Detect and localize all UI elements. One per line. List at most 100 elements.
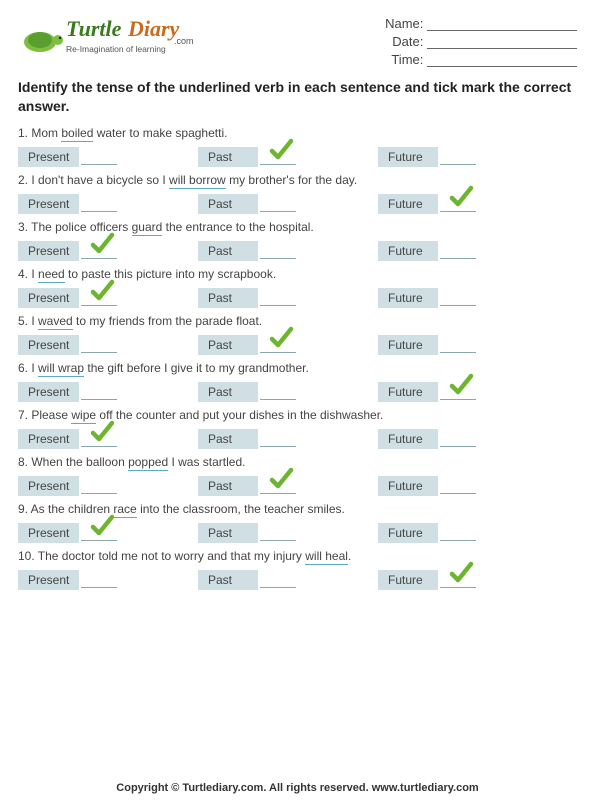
option-blank[interactable] — [440, 243, 476, 259]
option-blank[interactable] — [440, 149, 476, 165]
question-text: 10. The doctor told me not to worry and … — [18, 549, 577, 563]
option-blank[interactable] — [440, 384, 476, 400]
questions-list: 1. Mom boiled water to make spaghetti.Pr… — [18, 126, 577, 590]
answer-options: PresentPastFuture — [18, 288, 577, 308]
option-label: Future — [378, 570, 438, 590]
option-present[interactable]: Present — [18, 429, 198, 449]
option-future[interactable]: Future — [378, 241, 558, 261]
option-blank[interactable] — [260, 337, 296, 353]
tick-icon — [89, 419, 115, 443]
option-present[interactable]: Present — [18, 194, 198, 214]
option-blank[interactable] — [81, 478, 117, 494]
option-past[interactable]: Past — [198, 570, 378, 590]
option-blank[interactable] — [440, 572, 476, 588]
option-present[interactable]: Present — [18, 288, 198, 308]
option-present[interactable]: Present — [18, 382, 198, 402]
option-past[interactable]: Past — [198, 241, 378, 261]
question-3: 3. The police officers guard the entranc… — [18, 220, 577, 261]
option-future[interactable]: Future — [378, 335, 558, 355]
option-label: Past — [198, 147, 258, 167]
option-past[interactable]: Past — [198, 429, 378, 449]
option-past[interactable]: Past — [198, 523, 378, 543]
option-blank[interactable] — [260, 384, 296, 400]
option-blank[interactable] — [440, 478, 476, 494]
option-blank[interactable] — [260, 196, 296, 212]
option-present[interactable]: Present — [18, 523, 198, 543]
option-future[interactable]: Future — [378, 476, 558, 496]
option-blank[interactable] — [81, 337, 117, 353]
question-text: 6. I will wrap the gift before I give it… — [18, 361, 577, 375]
option-future[interactable]: Future — [378, 570, 558, 590]
underlined-verb: waved — [38, 314, 73, 330]
option-past[interactable]: Past — [198, 476, 378, 496]
option-label: Future — [378, 288, 438, 308]
option-past[interactable]: Past — [198, 382, 378, 402]
question-10: 10. The doctor told me not to worry and … — [18, 549, 577, 590]
name-label: Name: — [385, 16, 423, 31]
option-present[interactable]: Present — [18, 241, 198, 261]
option-blank[interactable] — [81, 243, 117, 259]
tick-icon — [448, 372, 474, 396]
option-future[interactable]: Future — [378, 288, 558, 308]
option-blank[interactable] — [81, 149, 117, 165]
underlined-verb: will wrap — [38, 361, 84, 377]
question-1: 1. Mom boiled water to make spaghetti.Pr… — [18, 126, 577, 167]
option-label: Past — [198, 476, 258, 496]
option-blank[interactable] — [81, 431, 117, 447]
option-blank[interactable] — [81, 290, 117, 306]
option-label: Present — [18, 194, 79, 214]
answer-options: Present PastFuture — [18, 241, 577, 261]
option-blank[interactable] — [440, 431, 476, 447]
option-blank[interactable] — [260, 290, 296, 306]
question-5: 5. I waved to my friends from the parade… — [18, 314, 577, 355]
option-past[interactable]: Past — [198, 335, 378, 355]
option-label: Present — [18, 570, 79, 590]
date-blank[interactable] — [427, 35, 577, 49]
option-blank[interactable] — [440, 337, 476, 353]
option-label: Future — [378, 382, 438, 402]
option-blank[interactable] — [81, 196, 117, 212]
answer-options: Present Past Future — [18, 147, 577, 167]
option-present[interactable]: Present — [18, 335, 198, 355]
underlined-verb: will heal — [305, 549, 348, 565]
time-blank[interactable] — [427, 53, 577, 67]
option-label: Future — [378, 241, 438, 261]
option-future[interactable]: Future — [378, 523, 558, 543]
option-label: Past — [198, 194, 258, 214]
option-present[interactable]: Present — [18, 147, 198, 167]
option-blank[interactable] — [260, 478, 296, 494]
option-blank[interactable] — [440, 196, 476, 212]
option-future[interactable]: Future — [378, 382, 558, 402]
option-label: Present — [18, 523, 79, 543]
option-blank[interactable] — [440, 525, 476, 541]
answer-options: Present PastFuture — [18, 523, 577, 543]
answer-options: PresentPast Future — [18, 476, 577, 496]
option-future[interactable]: Future — [378, 194, 558, 214]
option-present[interactable]: Present — [18, 476, 198, 496]
option-blank[interactable] — [440, 290, 476, 306]
option-blank[interactable] — [260, 149, 296, 165]
option-blank[interactable] — [260, 431, 296, 447]
tick-icon — [89, 513, 115, 537]
option-blank[interactable] — [260, 243, 296, 259]
option-label: Past — [198, 382, 258, 402]
option-blank[interactable] — [81, 572, 117, 588]
option-blank[interactable] — [81, 384, 117, 400]
tick-icon — [89, 231, 115, 255]
option-label: Present — [18, 147, 79, 167]
option-future[interactable]: Future — [378, 429, 558, 449]
option-blank[interactable] — [81, 525, 117, 541]
name-blank[interactable] — [427, 17, 577, 31]
underlined-verb: boiled — [61, 126, 93, 142]
option-label: Present — [18, 241, 79, 261]
option-present[interactable]: Present — [18, 570, 198, 590]
option-past[interactable]: Past — [198, 147, 378, 167]
option-future[interactable]: Future — [378, 147, 558, 167]
instructions-text: Identify the tense of the underlined ver… — [18, 78, 577, 116]
option-past[interactable]: Past — [198, 288, 378, 308]
option-past[interactable]: Past — [198, 194, 378, 214]
underlined-verb: guard — [132, 220, 163, 236]
option-blank[interactable] — [260, 525, 296, 541]
option-blank[interactable] — [260, 572, 296, 588]
option-label: Future — [378, 147, 438, 167]
